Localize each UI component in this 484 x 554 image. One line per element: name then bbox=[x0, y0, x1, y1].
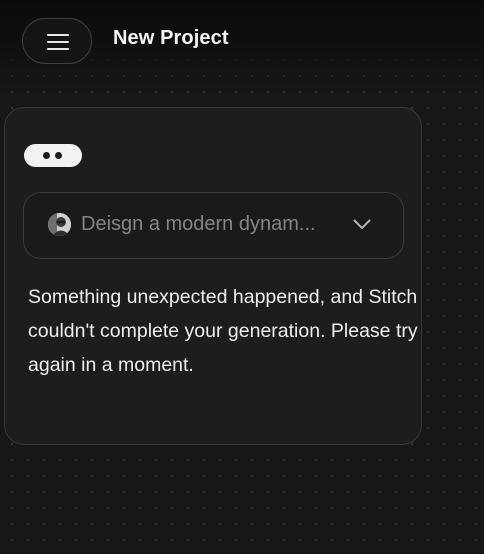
loading-dot bbox=[43, 152, 50, 159]
generation-card: Deisgn a modern dynam... Something unexp… bbox=[4, 107, 422, 445]
hamburger-menu-icon bbox=[47, 34, 69, 50]
user-avatar-icon bbox=[48, 213, 71, 236]
menu-button[interactable] bbox=[22, 18, 92, 64]
loading-dot bbox=[55, 152, 62, 159]
prompt-selector[interactable]: Deisgn a modern dynam... bbox=[23, 192, 404, 259]
page-title: New Project bbox=[113, 27, 229, 49]
chevron-down-icon bbox=[353, 219, 371, 229]
prompt-text: Deisgn a modern dynam... bbox=[81, 213, 316, 235]
error-message: Something unexpected happened, and Stitc… bbox=[28, 286, 418, 376]
loading-indicator bbox=[24, 144, 82, 167]
